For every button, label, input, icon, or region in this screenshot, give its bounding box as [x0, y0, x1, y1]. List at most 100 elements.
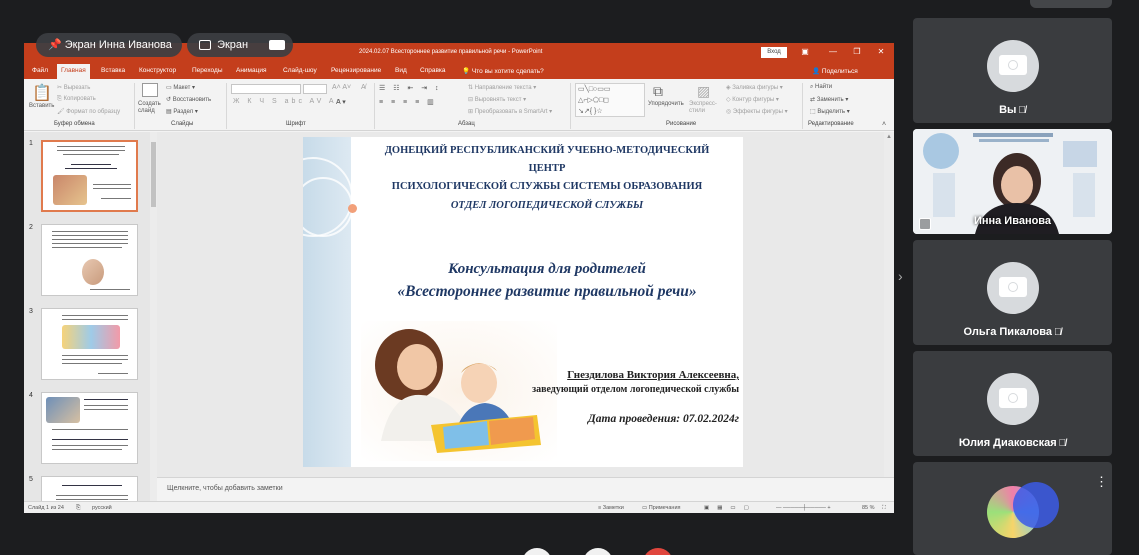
top-menu-handle[interactable] — [1030, 0, 1112, 8]
font-color-button[interactable]: A ▾ — [336, 98, 346, 106]
shapes-gallery[interactable]: ▭╲□○▭▭ △⌐▷⬠□◻ ↘↗{ }☆ — [575, 83, 645, 117]
new-slide-button[interactable]: Создать слайд — [138, 101, 162, 115]
participant-tile-olga[interactable]: Ольга Пикалова 🎙̸ — [913, 240, 1112, 345]
tab-view[interactable]: Вид — [395, 67, 407, 74]
participant-tile-fifth[interactable]: ⋮ — [913, 462, 1112, 555]
tab-animations[interactable]: Анимация — [236, 67, 267, 74]
participant-tile-video[interactable]: Инна Иванова — [913, 129, 1112, 234]
notes-toggle[interactable]: ≡ Заметки — [598, 505, 624, 511]
notes-placeholder: Щелкните, чтобы добавить заметки — [167, 485, 283, 492]
paste-button[interactable]: Вставить — [29, 103, 54, 109]
camera-lens-center — [1009, 283, 1017, 291]
ribbon-display-icon[interactable]: ▣ — [799, 46, 811, 58]
format-painter-button[interactable]: 🖌 Формат по образцу — [57, 108, 120, 115]
tab-design[interactable]: Конструктор — [139, 67, 176, 74]
slide-thumbnail-3[interactable] — [41, 308, 138, 380]
screen-share-owner-pill[interactable]: 📌 Экран Инна Иванова — [36, 33, 182, 57]
name-text: Ольга Пикалова — [963, 326, 1052, 338]
restore-icon[interactable]: ❐ — [851, 46, 863, 58]
slide-thumbnail-1[interactable] — [41, 140, 138, 212]
more-options-icon[interactable]: ⋮ — [1095, 474, 1108, 490]
camera-control-button[interactable] — [583, 548, 613, 555]
camera-lens-center — [1009, 394, 1017, 402]
cut-button[interactable]: ✂ Вырезать — [57, 84, 90, 91]
participant-tile-self[interactable]: Вы 🎙̸ — [913, 18, 1112, 123]
scrollbar-thumb[interactable] — [151, 142, 156, 207]
org-line-3: ПСИХОЛОГИЧЕСКОЙ СЛУЖБЫ СИСТЕМЫ ОБРАЗОВАН… — [391, 181, 703, 192]
spellcheck-icon[interactable]: ⎘ — [76, 505, 80, 512]
expand-sidebar-icon[interactable]: › — [898, 268, 903, 284]
language-status[interactable]: русский — [92, 505, 112, 511]
slide-thumbnail-4[interactable] — [41, 392, 138, 464]
mic-control-button[interactable] — [522, 548, 552, 555]
font-name-field[interactable] — [231, 84, 301, 94]
font-size-field[interactable] — [303, 84, 327, 94]
presentation-date: Дата проведения: 07.02.2024г — [587, 413, 739, 425]
minimize-icon[interactable]: — — [827, 46, 839, 58]
align-buttons[interactable]: ≡ ≡ ≡ ≡ ▥ — [379, 98, 437, 106]
share-button[interactable]: 👤 Поделиться — [812, 67, 858, 75]
scroll-up-icon[interactable]: ▲ — [886, 134, 892, 140]
tab-review[interactable]: Рецензирование — [331, 67, 381, 74]
find-button[interactable]: ⌕ Найти — [810, 84, 832, 91]
tab-transitions[interactable]: Переходы — [192, 67, 223, 74]
thumbnail-number: 5 — [29, 476, 33, 483]
slide-thumbnails-panel: 1 2 3 4 5 — [24, 132, 152, 502]
replace-button[interactable]: ⇄ Заменить ▾ — [810, 96, 848, 103]
layout-button[interactable]: ▭ Макет ▾ — [166, 84, 195, 91]
leave-call-button[interactable] — [643, 548, 673, 555]
ribbon-home: 📋 Вставить ✂ Вырезать ⎘ Копировать 🖌 Фор… — [24, 79, 894, 131]
section-button[interactable]: ▤ Раздел ▾ — [166, 108, 198, 115]
thumb-text — [62, 315, 128, 316]
smartart-button[interactable]: ⊞ Преобразовать в SmartArt ▾ — [468, 108, 552, 115]
shape-fill-button[interactable]: ◈ Заливка фигуры ▾ — [726, 84, 783, 91]
thumb-text — [56, 495, 128, 496]
comments-toggle[interactable]: ▭ Примечания — [642, 505, 681, 511]
align-text-button[interactable]: ⊟ Выровнять текст ▾ — [468, 96, 526, 103]
zoom-level[interactable]: 85 % — [862, 505, 875, 511]
tell-me-search[interactable]: 💡 Что вы хотите сделать? — [462, 67, 544, 75]
paste-icon: 📋 — [32, 85, 52, 102]
thumb-text — [71, 164, 111, 165]
clear-formatting-icon[interactable]: A̸ — [361, 84, 366, 91]
reset-button[interactable]: ↺ Восстановить — [166, 96, 211, 103]
tab-home[interactable]: Главная — [57, 64, 90, 79]
thumb-text — [93, 188, 131, 189]
fit-slide-icon[interactable]: ⛶ — [882, 505, 886, 512]
arrange-button[interactable]: Упорядочить — [648, 101, 684, 107]
tab-file[interactable]: Файл — [32, 67, 48, 74]
notes-pane[interactable]: Щелкните, чтобы добавить заметки — [157, 477, 894, 501]
font-grow-shrink-icon[interactable]: A˄ A˅ — [332, 84, 351, 91]
slide-scrollbar[interactable]: ▲ — [884, 132, 894, 477]
font-style-buttons[interactable]: Ж К Ч S abc AV Aa — [233, 98, 343, 105]
list-buttons[interactable]: ☰ ☷ ⇤ ⇥ ↕ — [379, 84, 442, 92]
signin-button[interactable]: Вход — [761, 47, 787, 58]
tab-help[interactable]: Справка — [420, 67, 446, 74]
tab-insert[interactable]: Вставка — [101, 67, 125, 74]
select-button[interactable]: ⬚ Выделить ▾ — [810, 108, 850, 115]
shape-outline-button[interactable]: ◇ Контур фигуры ▾ — [726, 96, 779, 103]
zoom-slider[interactable]: — ─────┼───── + — [776, 505, 831, 511]
thumb-text — [90, 289, 130, 290]
close-icon[interactable]: ✕ — [875, 46, 887, 58]
shape-fill-label: Заливка фигуры — [732, 85, 779, 91]
current-slide[interactable]: ДОНЕЦКИЙ РЕСПУБЛИКАНСКИЙ УЧЕБНО-МЕТОДИЧЕ… — [303, 137, 743, 467]
text-direction-button[interactable]: ⇅ Направление текста ▾ — [468, 84, 536, 91]
collapse-ribbon-icon[interactable]: ˄ — [882, 121, 886, 128]
participant-name: Инна Иванова — [913, 215, 1112, 227]
mic-off-icon: 🎙̸ — [1018, 105, 1026, 116]
ppt-window-title: 2024.02.07 Всестороннее развитие правиль… — [359, 49, 543, 55]
thumbnails-scrollbar[interactable] — [150, 132, 157, 502]
slide-thumbnail-5[interactable] — [41, 476, 138, 502]
quick-styles-button[interactable]: Экспресс-стили — [689, 101, 721, 115]
tab-slideshow[interactable]: Слайд-шоу — [283, 67, 317, 74]
screen-indicator-pill[interactable]: Экран — [187, 33, 294, 57]
slide-edit-area: ДОНЕЦКИЙ РЕСПУБЛИКАНСКИЙ УЧЕБНО-МЕТОДИЧЕ… — [157, 132, 894, 477]
copy-button[interactable]: ⎘ Копировать — [57, 96, 96, 103]
shape-effects-button[interactable]: ◎ Эффекты фигуры ▾ — [726, 108, 788, 115]
participant-tile-yulia[interactable]: Юлия Диаковская 🎙̸ — [913, 351, 1112, 456]
view-buttons[interactable]: ▣▦▭▢ — [704, 505, 757, 511]
thumb-text — [84, 409, 128, 410]
slide-thumbnail-2[interactable] — [41, 224, 138, 296]
shared-screen-powerpoint: 2024.02.07 Всестороннее развитие правиль… — [24, 43, 894, 513]
